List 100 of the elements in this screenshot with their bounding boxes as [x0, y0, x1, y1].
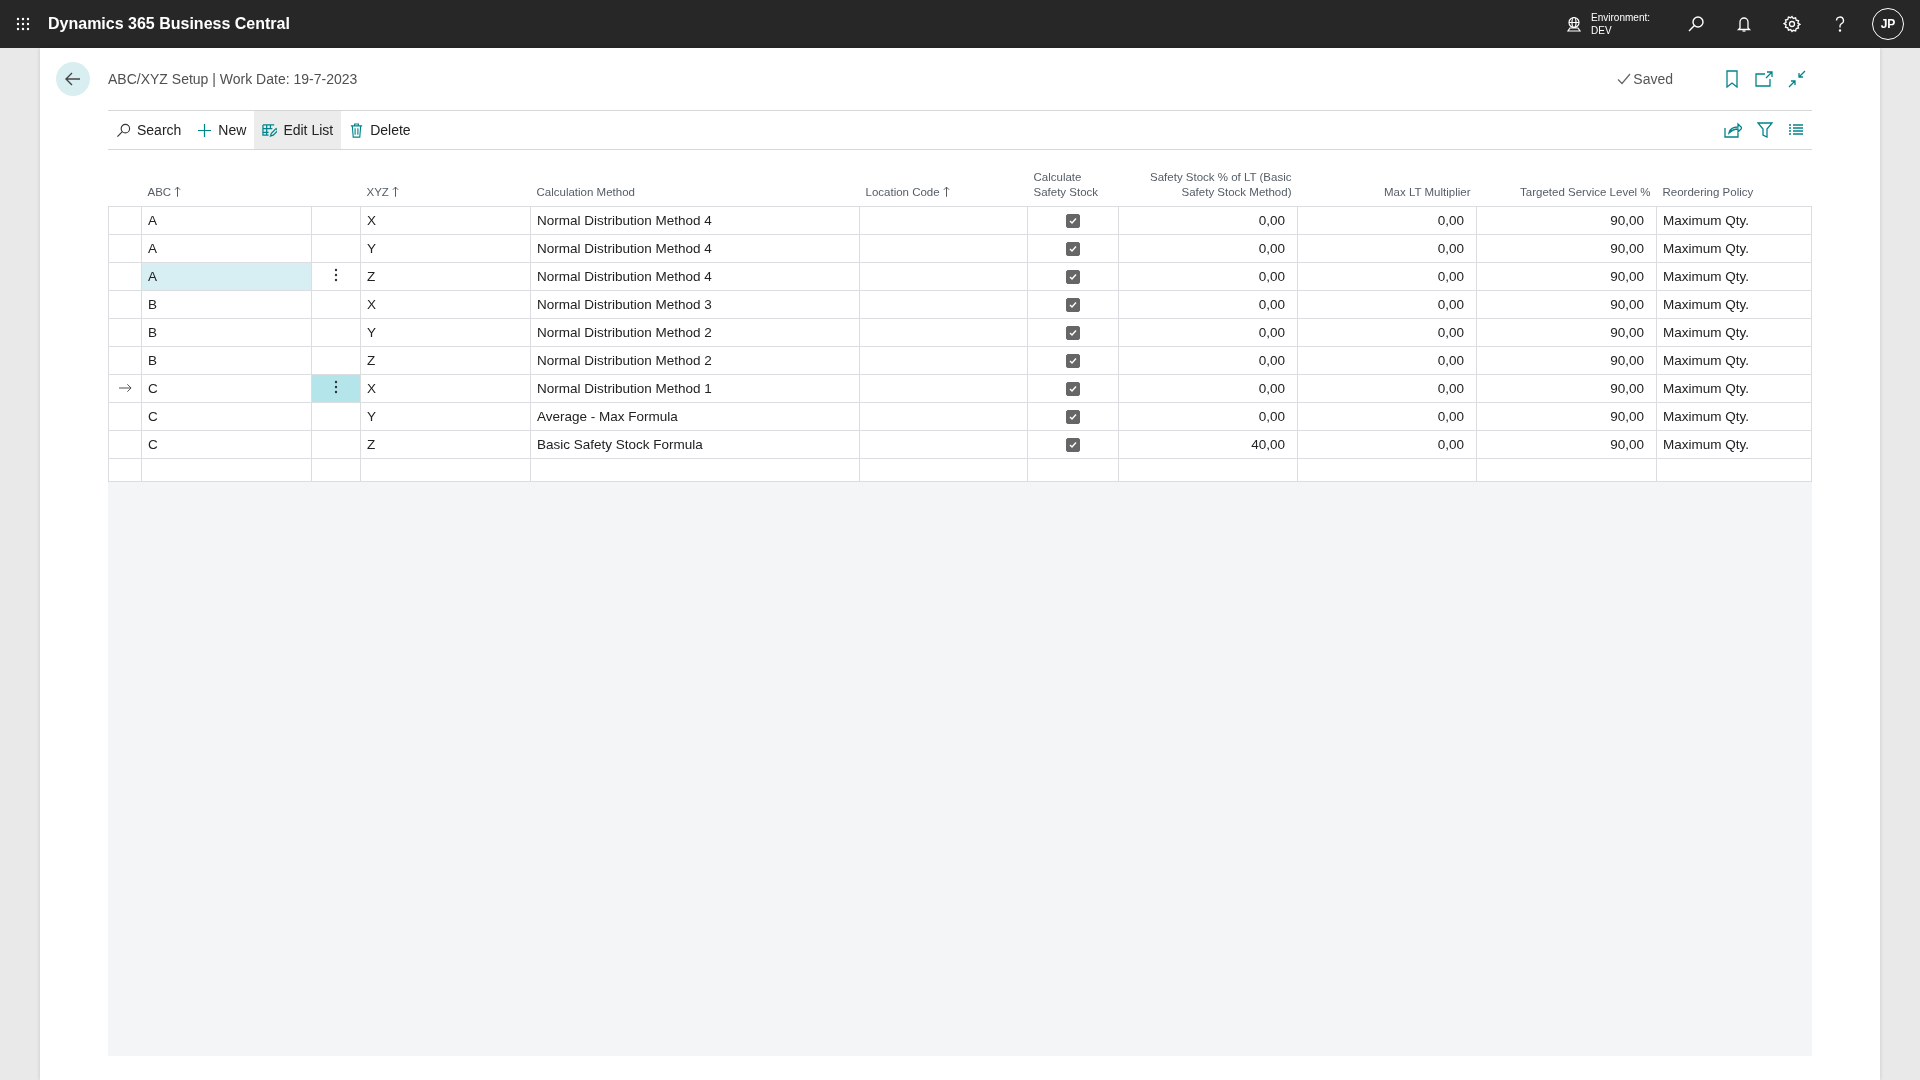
table-cell[interactable]: B: [141, 290, 312, 319]
table-cell[interactable]: Maximum Qty.: [1656, 430, 1812, 459]
table-cell[interactable]: Maximum Qty.: [1656, 374, 1812, 403]
table-cell[interactable]: 90,00: [1476, 346, 1657, 375]
table-cell[interactable]: Normal Distribution Method 2: [530, 318, 860, 347]
collapse-icon[interactable]: [1788, 70, 1806, 88]
checkbox[interactable]: [1066, 270, 1080, 285]
table-cell[interactable]: 0,00: [1118, 374, 1298, 403]
table-cell[interactable]: 90,00: [1476, 402, 1657, 431]
table-cell[interactable]: 0,00: [1118, 290, 1298, 319]
table-cell[interactable]: X: [360, 290, 531, 319]
app-launcher-icon[interactable]: [16, 17, 30, 31]
checkbox[interactable]: [1066, 410, 1080, 425]
filter-icon[interactable]: [1757, 122, 1773, 138]
table-cell[interactable]: Y: [360, 318, 531, 347]
back-button[interactable]: [56, 62, 90, 96]
checkbox[interactable]: [1066, 242, 1080, 257]
table-cell[interactable]: A: [141, 262, 312, 291]
table-cell[interactable]: 0,00: [1297, 430, 1477, 459]
table-cell[interactable]: Normal Distribution Method 2: [530, 346, 860, 375]
table-cell[interactable]: Maximum Qty.: [1656, 290, 1812, 319]
table-cell[interactable]: C: [141, 402, 312, 431]
bell-icon[interactable]: [1735, 15, 1753, 33]
table-cell[interactable]: Normal Distribution Method 4: [530, 234, 860, 263]
table-cell[interactable]: 0,00: [1297, 234, 1477, 263]
search-icon[interactable]: [1687, 15, 1705, 33]
checkbox[interactable]: [1066, 326, 1080, 341]
table-cell[interactable]: Maximum Qty.: [1656, 206, 1812, 235]
column-header[interactable]: Reordering Policy: [1662, 185, 1754, 200]
action-button[interactable]: Edit List: [254, 111, 342, 149]
checkbox[interactable]: [1066, 354, 1080, 369]
table-cell[interactable]: 0,00: [1297, 402, 1477, 431]
globe-icon[interactable]: [1565, 15, 1584, 33]
column-header[interactable]: Max LT Multiplier: [1384, 185, 1471, 200]
checkbox[interactable]: [1066, 382, 1080, 397]
action-button[interactable]: Search: [108, 111, 190, 149]
list-view-icon[interactable]: [1788, 123, 1804, 137]
save-status: Saved: [1633, 71, 1673, 87]
action-button[interactable]: Delete: [341, 111, 419, 149]
table-cell[interactable]: Basic Safety Stock Formula: [530, 430, 860, 459]
table-cell[interactable]: A: [141, 206, 312, 235]
table-cell[interactable]: Maximum Qty.: [1656, 262, 1812, 291]
table-cell[interactable]: Normal Distribution Method 3: [530, 290, 860, 319]
open-new-window-icon[interactable]: [1755, 71, 1773, 87]
table-cell[interactable]: 90,00: [1476, 290, 1657, 319]
table-cell[interactable]: 0,00: [1297, 206, 1477, 235]
table-cell[interactable]: Normal Distribution Method 4: [530, 262, 860, 291]
table-cell[interactable]: Maximum Qty.: [1656, 318, 1812, 347]
table-cell[interactable]: B: [141, 346, 312, 375]
table-cell[interactable]: Normal Distribution Method 4: [530, 206, 860, 235]
checkbox[interactable]: [1066, 438, 1080, 453]
table-cell[interactable]: 0,00: [1118, 318, 1298, 347]
table-cell[interactable]: 90,00: [1476, 374, 1657, 403]
table-cell[interactable]: 0,00: [1297, 318, 1477, 347]
table-cell[interactable]: Maximum Qty.: [1656, 402, 1812, 431]
bookmark-icon[interactable]: [1724, 70, 1740, 88]
table-cell[interactable]: 90,00: [1476, 262, 1657, 291]
current-row-arrow-icon: [118, 383, 132, 393]
table-cell[interactable]: Y: [360, 234, 531, 263]
table-cell[interactable]: Y: [360, 402, 531, 431]
checkbox[interactable]: [1066, 298, 1080, 313]
table-cell[interactable]: Normal Distribution Method 1: [530, 374, 860, 403]
column-header[interactable]: ABC: [147, 185, 182, 200]
table-cell[interactable]: 90,00: [1476, 234, 1657, 263]
table-cell[interactable]: Z: [360, 262, 531, 291]
table-cell[interactable]: 0,00: [1297, 290, 1477, 319]
table-cell[interactable]: 0,00: [1118, 262, 1298, 291]
table-cell[interactable]: A: [141, 234, 312, 263]
app-title[interactable]: Dynamics 365 Business Central: [48, 15, 290, 33]
table-cell[interactable]: Z: [360, 430, 531, 459]
share-icon[interactable]: [1724, 122, 1742, 138]
table-cell[interactable]: X: [360, 374, 531, 403]
table-cell[interactable]: 0,00: [1297, 374, 1477, 403]
table-cell[interactable]: 90,00: [1476, 318, 1657, 347]
table-cell[interactable]: X: [360, 206, 531, 235]
more-options-icon[interactable]: [334, 268, 338, 282]
table-cell[interactable]: 90,00: [1476, 430, 1657, 459]
table-cell[interactable]: Maximum Qty.: [1656, 234, 1812, 263]
table-cell[interactable]: 90,00: [1476, 206, 1657, 235]
table-cell[interactable]: Maximum Qty.: [1656, 346, 1812, 375]
column-header[interactable]: XYZ: [366, 185, 399, 200]
table-cell[interactable]: 0,00: [1297, 262, 1477, 291]
table-cell[interactable]: Z: [360, 346, 531, 375]
table-cell[interactable]: 0,00: [1118, 206, 1298, 235]
plus-icon: [197, 122, 213, 138]
checkbox[interactable]: [1066, 214, 1080, 229]
table-cell[interactable]: Average - Max Formula: [530, 402, 860, 431]
more-options-icon[interactable]: [334, 380, 338, 394]
table-cell[interactable]: 0,00: [1118, 402, 1298, 431]
table-cell[interactable]: 0,00: [1118, 234, 1298, 263]
column-header[interactable]: Calculation Method: [536, 185, 635, 200]
table-cell[interactable]: C: [141, 430, 312, 459]
table-cell[interactable]: 40,00: [1118, 430, 1298, 459]
table-cell[interactable]: B: [141, 318, 312, 347]
table-cell[interactable]: 0,00: [1118, 346, 1298, 375]
table-cell[interactable]: 0,00: [1297, 346, 1477, 375]
table-cell[interactable]: C: [141, 374, 312, 403]
column-header[interactable]: Location Code: [865, 185, 950, 200]
settings-icon[interactable]: [1783, 15, 1801, 33]
action-button[interactable]: New: [189, 111, 255, 149]
